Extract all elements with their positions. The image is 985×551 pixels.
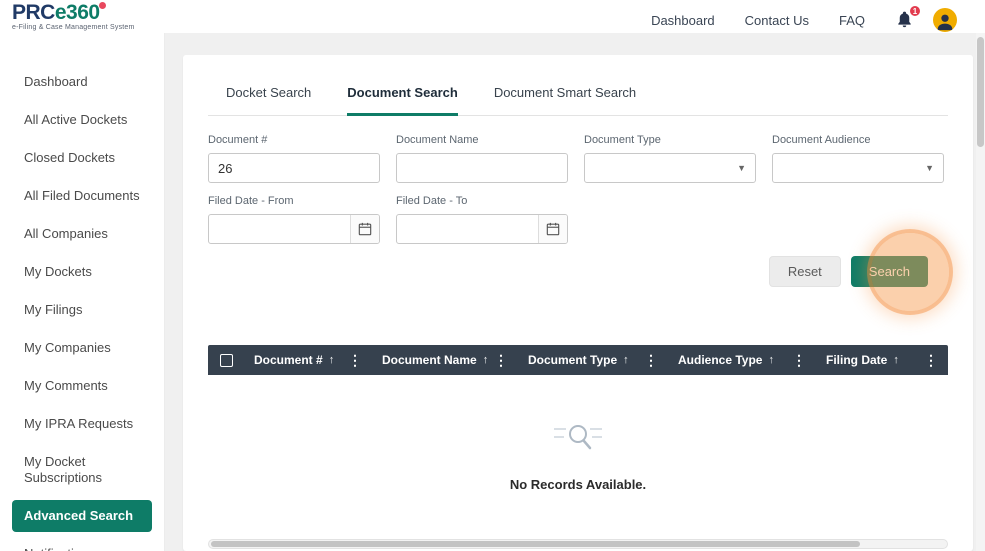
- sidebar-item-my-ipra-requests[interactable]: My IPRA Requests: [0, 405, 164, 443]
- document-type-label: Document Type: [584, 134, 661, 146]
- reset-button[interactable]: Reset: [768, 256, 841, 287]
- document-audience-select[interactable]: ▼: [772, 153, 944, 183]
- horizontal-scrollbar[interactable]: [208, 539, 948, 549]
- vertical-scrollbar[interactable]: [976, 33, 985, 551]
- calendar-icon[interactable]: [538, 215, 567, 243]
- user-avatar[interactable]: [933, 8, 957, 32]
- sort-asc-icon[interactable]: ↑: [483, 354, 489, 366]
- select-all-checkbox[interactable]: [219, 353, 233, 367]
- sidebar-item-all-active-dockets[interactable]: All Active Dockets: [0, 101, 164, 139]
- column-header-audience-type: Audience Type ↑ ⋮: [668, 345, 816, 375]
- horizontal-scrollbar-thumb[interactable]: [211, 541, 861, 547]
- nav-dashboard[interactable]: Dashboard: [651, 13, 715, 28]
- sidebar-item-my-dockets[interactable]: My Dockets: [0, 253, 164, 291]
- column-label[interactable]: Document #: [254, 353, 323, 367]
- logo-tagline: e-Filing & Case Management System: [12, 24, 135, 31]
- header-icons: 1: [895, 4, 957, 32]
- sidebar-item-advanced-search[interactable]: Advanced Search: [12, 500, 152, 532]
- sidebar-item-closed-dockets[interactable]: Closed Dockets: [0, 139, 164, 177]
- empty-state-message: No Records Available.: [509, 477, 647, 492]
- top-header: PRCe360 e-Filing & Case Management Syste…: [0, 0, 985, 33]
- sort-asc-icon[interactable]: ↑: [329, 354, 335, 366]
- chevron-down-icon: ▼: [925, 163, 934, 173]
- sidebar-item-all-filed-documents[interactable]: All Filed Documents: [0, 177, 164, 215]
- tab-document-search[interactable]: Document Search: [347, 85, 458, 116]
- calendar-icon[interactable]: [350, 215, 379, 243]
- sidebar-item-my-docket-subscriptions[interactable]: My Docket Subscriptions: [0, 443, 164, 497]
- column-header-document-type: Document Type ↑ ⋮: [518, 345, 668, 375]
- column-menu-icon[interactable]: ⋮: [346, 352, 364, 369]
- filed-date-to-label: Filed Date - To: [396, 195, 468, 207]
- results-table-body: No Records Available.: [208, 375, 948, 539]
- search-button[interactable]: Search: [850, 256, 928, 287]
- column-label[interactable]: Document Type: [528, 353, 617, 367]
- logo-text-prc: PRC: [12, 1, 55, 24]
- sort-asc-icon[interactable]: ↑: [893, 354, 899, 366]
- tab-docket-search[interactable]: Docket Search: [226, 85, 311, 116]
- document-number-input[interactable]: [208, 153, 380, 183]
- search-form-row-2: Filed Date - From Filed Date - To: [208, 195, 948, 244]
- nav-faq[interactable]: FAQ: [839, 13, 865, 28]
- document-number-field: Document #: [208, 134, 380, 183]
- nav-contact-us[interactable]: Contact Us: [745, 13, 809, 28]
- document-audience-label: Document Audience: [772, 134, 871, 146]
- select-all-cell: [208, 345, 244, 375]
- sidebar-item-dashboard[interactable]: Dashboard: [0, 63, 164, 101]
- sort-asc-icon[interactable]: ↑: [768, 354, 774, 366]
- top-navigation: Dashboard Contact Us FAQ 1: [651, 2, 957, 32]
- results-table: Document # ↑ ⋮ Document Name ↑ ⋮ Documen…: [208, 345, 948, 549]
- vertical-scrollbar-thumb[interactable]: [977, 37, 984, 147]
- person-icon: [937, 14, 953, 31]
- app-logo[interactable]: PRCe360 e-Filing & Case Management Syste…: [12, 2, 135, 31]
- document-type-field: Document Type ▼: [584, 134, 756, 183]
- document-name-input[interactable]: [396, 153, 568, 183]
- column-label[interactable]: Filing Date: [826, 353, 887, 367]
- search-tabs: Docket Search Document Search Document S…: [208, 85, 948, 116]
- column-menu-icon[interactable]: ⋮: [492, 352, 510, 369]
- sidebar-item-my-comments[interactable]: My Comments: [0, 367, 164, 405]
- no-records-illustration: [554, 425, 602, 450]
- tab-document-smart-search[interactable]: Document Smart Search: [494, 85, 636, 116]
- filed-date-to-field: Filed Date - To: [396, 195, 568, 244]
- column-label[interactable]: Document Name: [382, 353, 477, 367]
- chevron-down-icon: ▼: [737, 163, 746, 173]
- column-header-document-name: Document Name ↑ ⋮: [372, 345, 518, 375]
- logo-text-e360: e360: [54, 1, 100, 24]
- main-content: Docket Search Document Search Document S…: [165, 33, 985, 551]
- form-actions: Reset Search: [208, 256, 948, 287]
- document-name-field: Document Name: [396, 134, 568, 183]
- column-menu-icon[interactable]: ⋮: [922, 352, 940, 369]
- logo-dot: [98, 2, 106, 9]
- sidebar-item-all-companies[interactable]: All Companies: [0, 215, 164, 253]
- column-label[interactable]: Audience Type: [678, 353, 762, 367]
- advanced-search-card: Docket Search Document Search Document S…: [183, 55, 973, 551]
- search-form-row-1: Document # Document Name Document Type ▼…: [208, 134, 948, 183]
- document-name-label: Document Name: [396, 134, 479, 146]
- document-audience-field: Document Audience ▼: [772, 134, 944, 183]
- filed-date-from-field: Filed Date - From: [208, 195, 380, 244]
- column-menu-icon[interactable]: ⋮: [790, 352, 808, 369]
- notification-badge: 1: [908, 4, 922, 18]
- column-header-document-number: Document # ↑ ⋮: [244, 345, 372, 375]
- notifications-bell-icon[interactable]: 1: [895, 4, 922, 30]
- sidebar: Dashboard All Active Dockets Closed Dock…: [0, 33, 165, 551]
- sidebar-item-my-companies[interactable]: My Companies: [0, 329, 164, 367]
- results-table-header: Document # ↑ ⋮ Document Name ↑ ⋮ Documen…: [208, 345, 948, 375]
- sidebar-item-my-filings[interactable]: My Filings: [0, 291, 164, 329]
- document-number-label: Document #: [208, 134, 268, 146]
- document-type-select[interactable]: ▼: [584, 153, 756, 183]
- sidebar-item-notifications[interactable]: Notifications: [0, 535, 164, 551]
- column-header-filing-date: Filing Date ↑ ⋮: [816, 345, 948, 375]
- column-menu-icon[interactable]: ⋮: [642, 352, 660, 369]
- filed-date-from-label: Filed Date - From: [208, 195, 294, 207]
- sort-asc-icon[interactable]: ↑: [623, 354, 629, 366]
